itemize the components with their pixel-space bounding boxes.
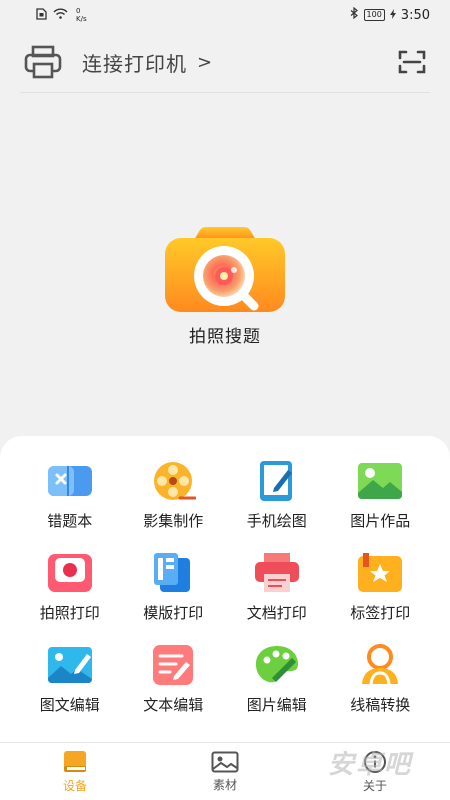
tool-label: 影集制作 — [143, 512, 204, 530]
tool-label: 图文编辑 — [39, 696, 100, 714]
tool-label: 图片作品 — [350, 512, 411, 530]
tool-label: 文档打印 — [246, 604, 307, 622]
tool-mobile-drawing[interactable]: 手机绘图 — [225, 460, 329, 538]
tool-text-edit[interactable]: 文本编辑 — [122, 644, 226, 722]
printer-icon[interactable] — [24, 43, 62, 81]
tool-line-art[interactable]: 线稿转换 — [329, 644, 433, 722]
photo-print-icon — [47, 554, 92, 592]
image-text-edit-icon — [47, 647, 92, 683]
image-icon — [211, 751, 239, 772]
tool-label: 模版打印 — [143, 604, 204, 622]
document-print-icon — [254, 553, 299, 592]
tool-label: 标签打印 — [350, 604, 411, 622]
film-reel-icon — [154, 462, 197, 500]
tools-panel: 错题本 影集制作 手机绘图 图片作品 拍照打印 模版打印 文档打印 标签打印 图… — [0, 436, 450, 742]
connect-printer-link[interactable]: 连接打印机 — [82, 48, 187, 77]
network-speed-unit: K/s — [76, 15, 87, 23]
template-icon — [154, 553, 191, 592]
tool-label: 错题本 — [47, 512, 93, 530]
top-bar: 连接打印机 > — [0, 34, 450, 90]
header-divider — [20, 92, 430, 93]
scan-button[interactable] — [396, 46, 428, 78]
bluetooth-icon — [350, 6, 359, 24]
watermark-logo: 安卓吧 — [327, 749, 412, 780]
picture-icon — [358, 463, 403, 499]
tools-grid: 错题本 影集制作 手机绘图 图片作品 拍照打印 模版打印 文档打印 标签打印 图… — [18, 460, 432, 722]
tool-label: 手机绘图 — [246, 512, 307, 530]
wifi-icon — [53, 8, 68, 22]
tool-picture-works[interactable]: 图片作品 — [329, 460, 433, 538]
tool-image-edit[interactable]: 图片编辑 — [225, 644, 329, 722]
text-edit-icon — [153, 645, 194, 685]
camera-search-icon — [164, 226, 286, 314]
photo-search-label: 拍照搜题 — [189, 327, 261, 347]
clock: 3:50 — [400, 7, 430, 23]
tab-materials-label: 素材 — [212, 777, 237, 792]
status-right: 100 3:50 — [350, 6, 430, 24]
tool-photo-print[interactable]: 拍照打印 — [18, 552, 122, 630]
tab-devices[interactable]: 设备 — [0, 743, 150, 800]
tool-image-text-edit[interactable]: 图文编辑 — [18, 644, 122, 722]
network-speed-value: 0 — [76, 7, 81, 15]
network-speed: 0 K/s — [76, 7, 87, 23]
devices-book-icon — [64, 750, 86, 772]
palette-icon — [255, 646, 298, 683]
photo-search-button[interactable]: 拍照搜题 — [164, 226, 286, 347]
label-print-icon — [358, 553, 403, 592]
tool-wrongbook[interactable]: 错题本 — [18, 460, 122, 538]
battery-indicator: 100 — [363, 9, 385, 21]
tablet-draw-icon — [259, 461, 292, 501]
tool-label: 拍照打印 — [39, 604, 100, 622]
tool-label: 图片编辑 — [246, 696, 307, 714]
tab-devices-label: 设备 — [62, 778, 87, 793]
sim-icon — [36, 7, 47, 23]
tab-materials[interactable]: 素材 — [150, 743, 300, 800]
charging-icon — [389, 8, 396, 23]
tool-album[interactable]: 影集制作 — [122, 460, 226, 538]
wrongbook-icon — [47, 466, 92, 496]
chevron-right-icon[interactable]: > — [197, 52, 212, 73]
status-bar: 0 K/s 100 3:50 — [0, 0, 450, 30]
tool-label: 文本编辑 — [143, 696, 204, 714]
tool-label-print[interactable]: 标签打印 — [329, 552, 433, 630]
scan-icon — [398, 50, 426, 74]
line-art-icon — [362, 644, 399, 685]
tool-document-print[interactable]: 文档打印 — [225, 552, 329, 630]
tool-template-print[interactable]: 模版打印 — [122, 552, 226, 630]
tool-label: 线稿转换 — [350, 696, 411, 714]
status-left: 0 K/s — [36, 7, 87, 23]
